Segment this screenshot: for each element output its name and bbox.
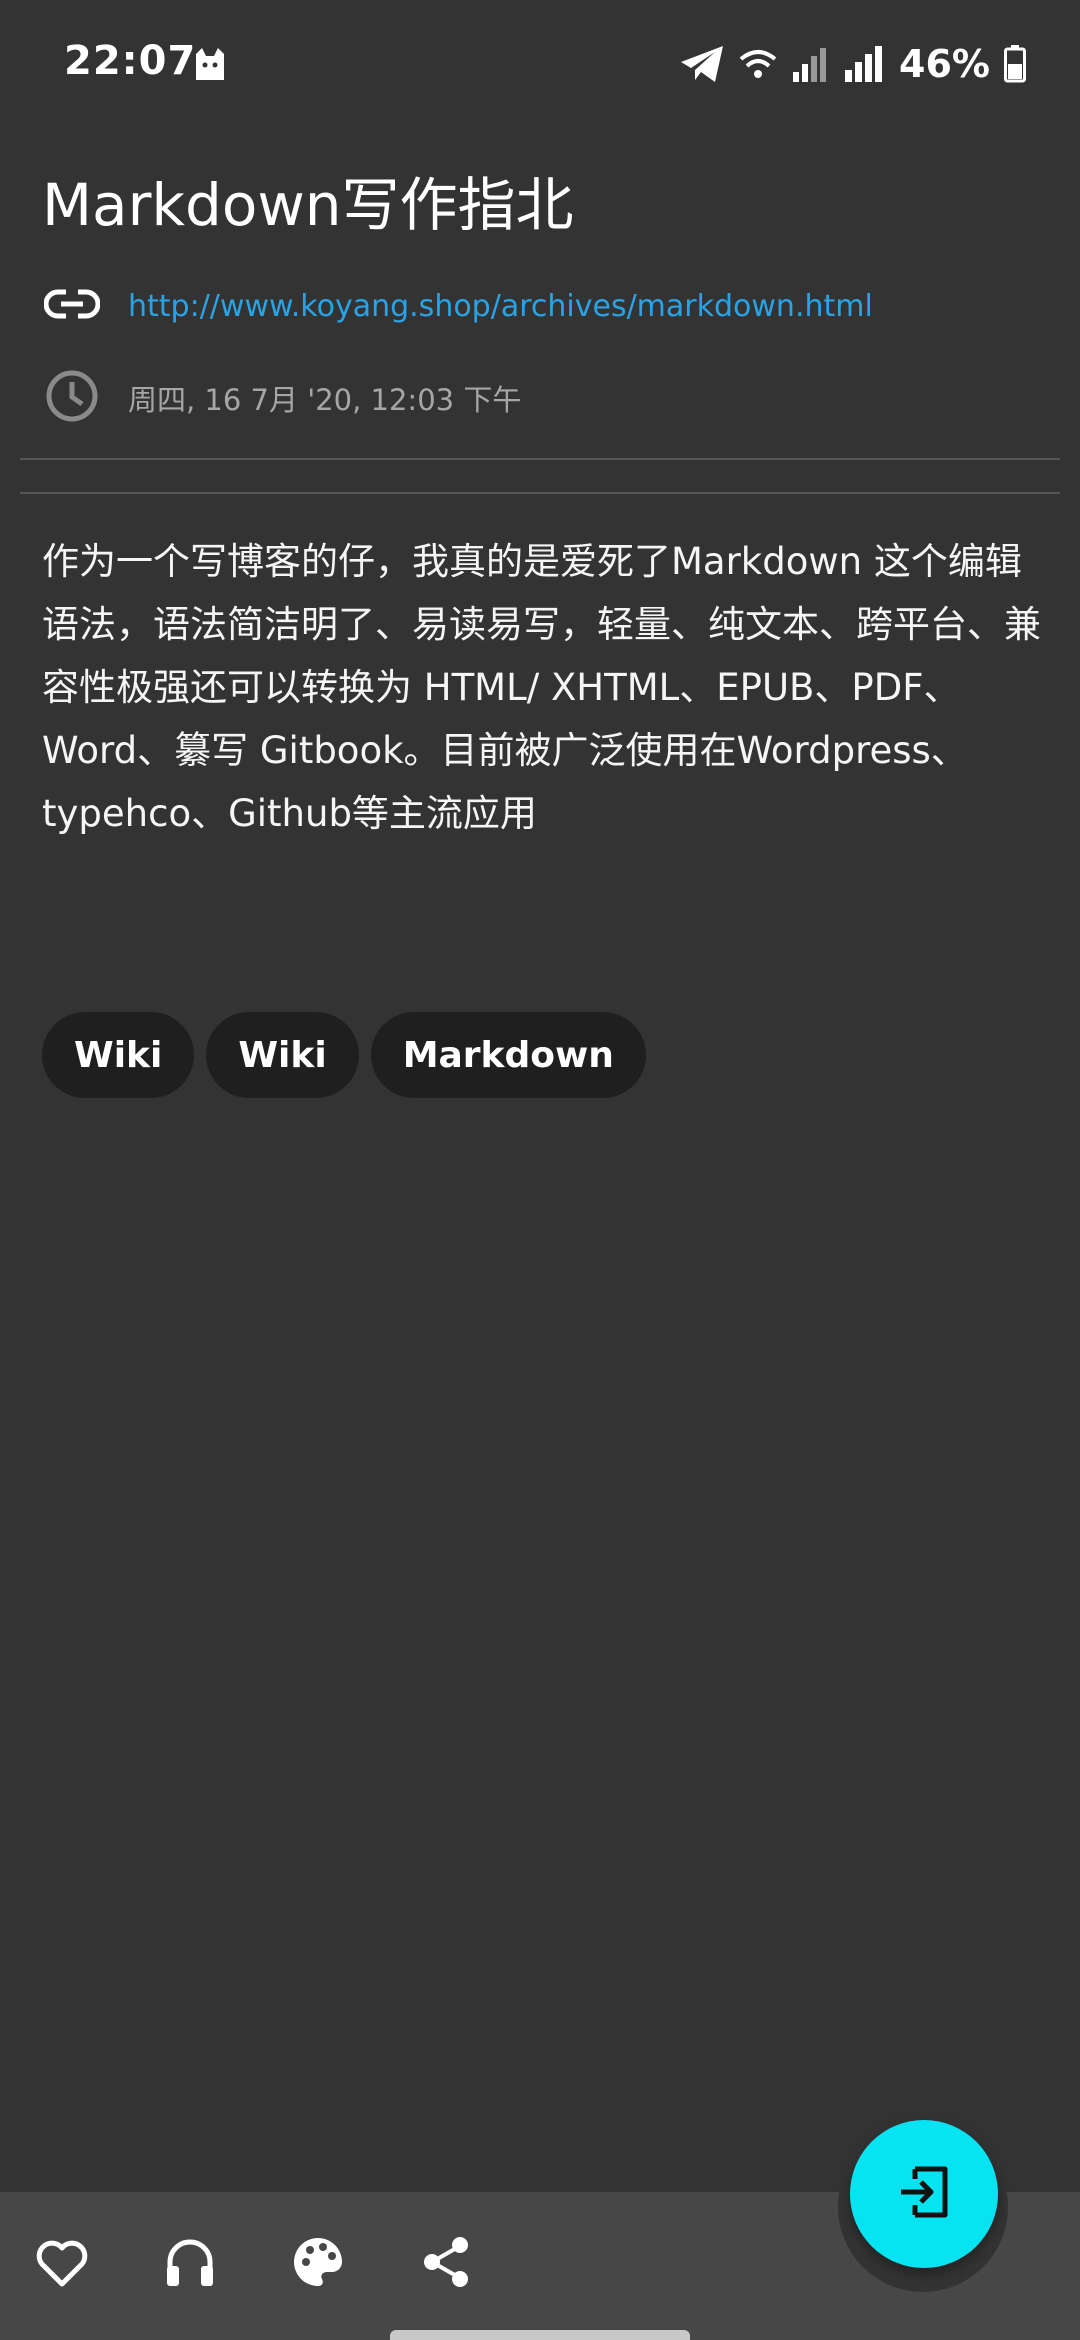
tag-chip[interactable]: Markdown <box>370 1012 646 1098</box>
article-date-row: 周四, 16 7月 '20, 12:03 下午 <box>44 368 521 428</box>
article-title: Markdown写作指北 <box>42 171 574 239</box>
exit-icon <box>895 2163 953 2225</box>
battery-percent: 46% <box>899 42 990 86</box>
home-indicator[interactable] <box>390 2330 690 2340</box>
divider <box>20 458 1060 460</box>
exit-reader-fab[interactable] <box>850 2120 998 2268</box>
wifi-icon <box>739 47 777 81</box>
tag-chip[interactable]: Wiki <box>206 1012 359 1098</box>
status-time: 22:07 <box>64 38 197 84</box>
divider <box>20 492 1060 494</box>
headphones-icon <box>162 2234 218 2294</box>
status-icons: 46% <box>679 40 1026 88</box>
article-url[interactable]: http://www.koyang.shop/archives/markdown… <box>128 289 873 324</box>
heart-icon <box>34 2236 90 2292</box>
link-icon <box>43 286 101 326</box>
battery-icon <box>1004 45 1026 83</box>
article-body: 作为一个写博客的仔，我真的是爱死了Markdown 这个编辑语法，语法简洁明了、… <box>42 540 1041 835</box>
signal-icon <box>791 46 829 82</box>
share-icon <box>418 2234 474 2294</box>
cat-icon <box>190 44 230 84</box>
signal-icon <box>843 46 885 82</box>
article-link-row[interactable]: http://www.koyang.shop/archives/markdown… <box>43 286 873 326</box>
theme-button[interactable] <box>290 2236 346 2292</box>
status-bar: 22:07 46% <box>0 0 1080 128</box>
tag-list: Wiki Wiki Markdown <box>42 1012 646 1098</box>
palette-icon <box>290 2234 346 2294</box>
listen-button[interactable] <box>162 2236 218 2292</box>
article-date: 周四, 16 7月 '20, 12:03 下午 <box>128 383 522 417</box>
favorite-button[interactable] <box>34 2236 90 2292</box>
clock-icon <box>44 368 100 428</box>
tag-chip[interactable]: Wiki <box>42 1012 195 1098</box>
share-button[interactable] <box>418 2236 474 2292</box>
telegram-icon <box>679 44 725 84</box>
